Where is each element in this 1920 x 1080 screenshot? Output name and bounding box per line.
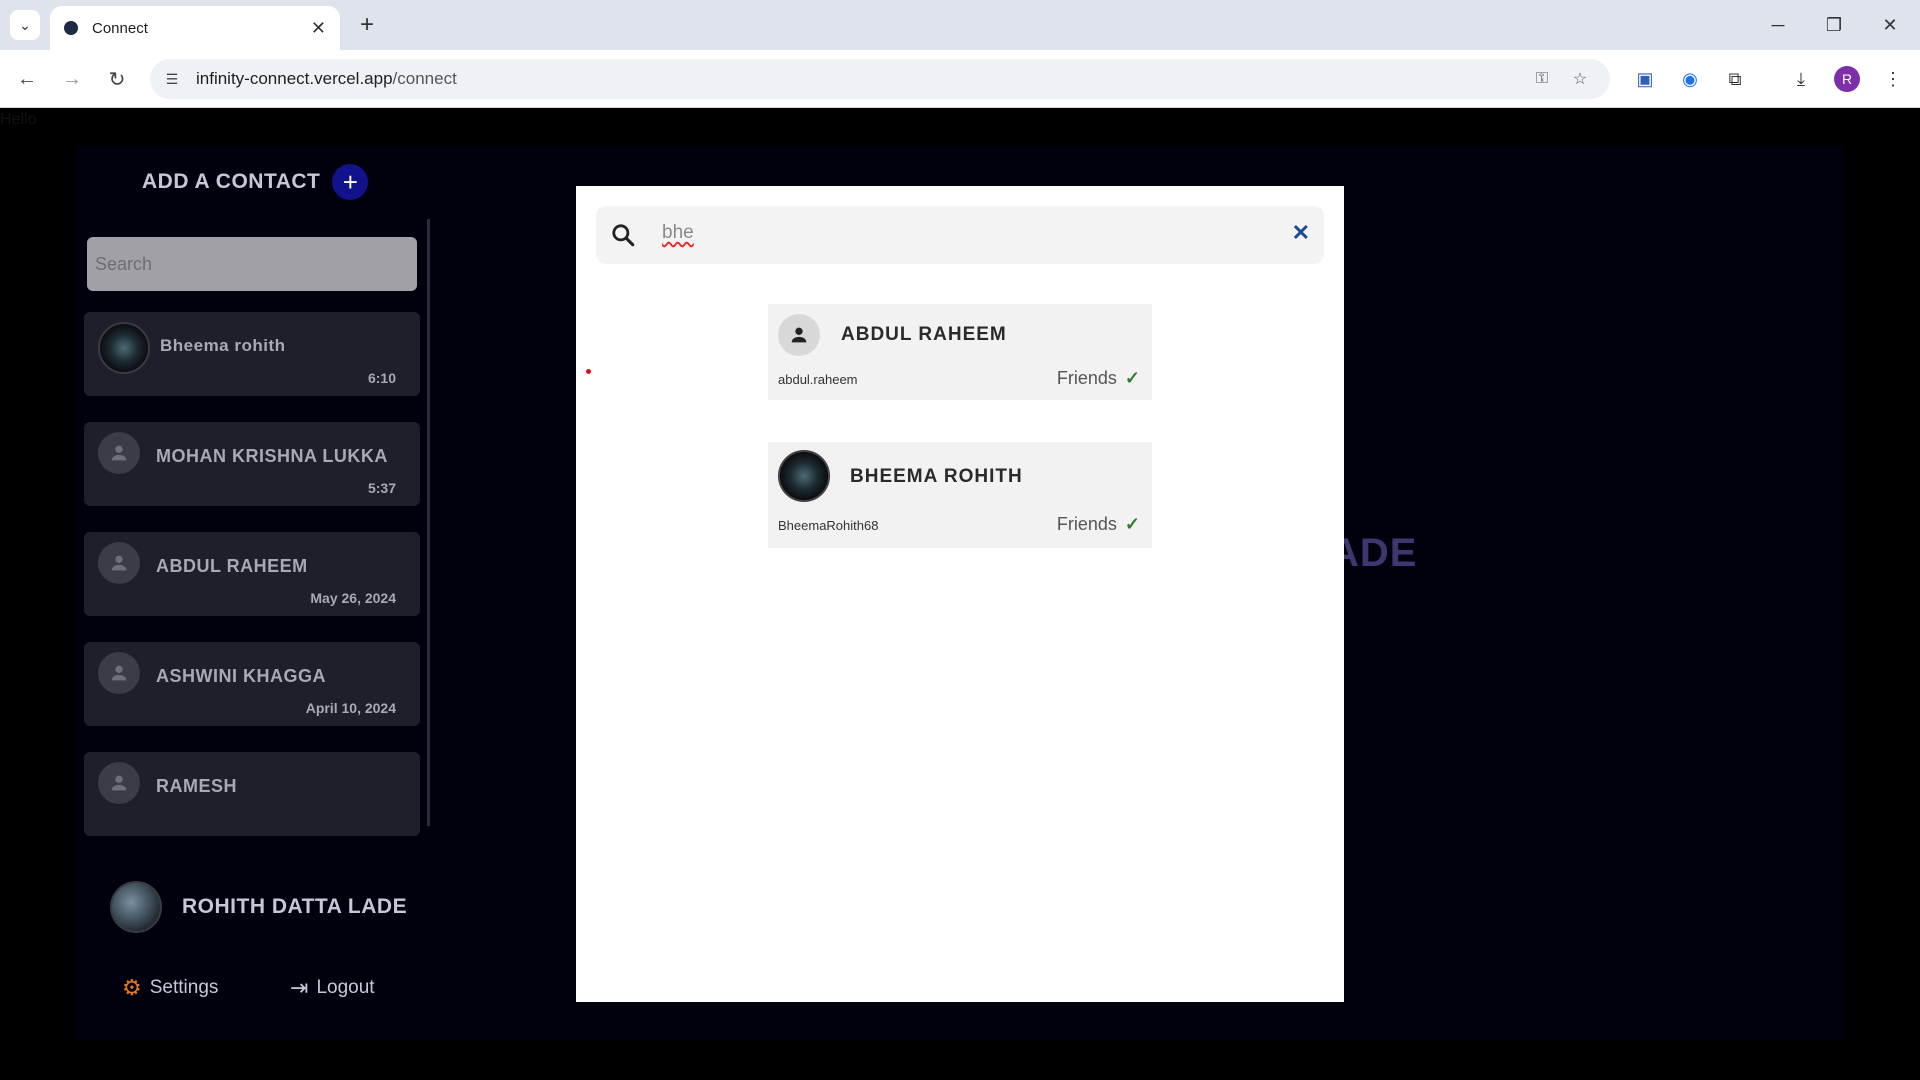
person-icon [98,652,140,694]
extension-blue-icon[interactable]: ◉ [1675,64,1705,94]
address-bar[interactable]: ☰ infinity-connect.vercel.app/connect ⚿ … [150,59,1610,99]
logout-button[interactable]: ⇥ Logout [290,975,375,1001]
hello-text: Hello [0,111,37,128]
result-handle: abdul.raheem [778,372,858,387]
add-contact-header: ADD A CONTACT + [142,164,369,200]
gear-icon: ⚙ [122,975,142,1000]
url-text: infinity-connect.vercel.app/connect [196,69,457,88]
tab-search-chevron-icon[interactable]: ⌄ [10,10,40,40]
search-icon [612,224,635,247]
search-users-modal: bhe ✕ ABDUL RAHEEM abdul.raheem Friends … [576,186,1344,1002]
contact-avatar-photo [98,322,150,374]
search-result-bheema-rohith[interactable]: BHEEMA ROHITH BheemaRohith68 Friends ✓ [768,442,1152,548]
minimize-icon[interactable]: ─ [1750,0,1806,50]
settings-label: Settings [149,977,219,998]
contact-name: ABDUL RAHEEM [156,556,308,576]
contact-card-abdul-raheem[interactable]: ABDUL RAHEEM May 26, 2024 [84,532,420,616]
contact-card-bheema-rohith[interactable]: Bheema rohith 6:10 [84,312,420,396]
friend-status-label: Friends [1056,514,1117,534]
current-user: ROHITH DATTA LADE [110,881,407,933]
contact-time: 5:37 [367,480,396,496]
restore-icon[interactable]: ❐ [1806,0,1862,50]
red-dot-marker [586,369,591,374]
contact-card-ramesh[interactable]: RAMESH [84,752,420,836]
contact-time: May 26, 2024 [310,590,396,606]
settings-button[interactable]: ⚙ Settings [122,975,218,1001]
friend-status: Friends ✓ [1057,514,1140,535]
forward-arrow-icon[interactable]: → [55,62,89,96]
logout-label: Logout [316,977,375,998]
browser-tabstrip: ⌄ Connect ✕ + ─ ❐ ✕ [0,0,1920,50]
result-name: BHEEMA ROHITH [850,466,1023,487]
bookmark-star-icon[interactable]: ☆ [1568,68,1592,90]
person-icon [98,542,140,584]
downloads-icon[interactable]: ⤓ [1786,64,1816,94]
modal-search-input[interactable]: bhe [662,222,694,244]
favicon-icon [64,21,78,35]
current-user-avatar [110,881,162,933]
close-icon[interactable]: ✕ [1292,220,1310,246]
checkmark-icon: ✓ [1124,368,1140,388]
window-close-icon[interactable]: ✕ [1862,0,1918,50]
contact-search-input[interactable] [87,237,417,291]
checkmark-icon: ✓ [1124,514,1140,534]
contact-time: April 10, 2024 [305,700,396,716]
contact-card-mohan-krishna-lukka[interactable]: MOHAN KRISHNA LUKKA 5:37 [84,422,420,506]
browser-tab[interactable]: Connect ✕ [50,6,340,50]
person-icon [98,432,140,474]
contact-name: ASHWINI KHAGGA [156,666,326,686]
site-info-icon[interactable]: ☰ [160,67,184,91]
contact-time: 6:10 [367,370,396,386]
search-result-abdul-raheem[interactable]: ABDUL RAHEEM abdul.raheem Friends ✓ [768,304,1152,400]
extension-screen-icon[interactable]: ▣ [1630,64,1660,94]
browser-toolbar: ← → ↻ ☰ infinity-connect.vercel.app/conn… [0,50,1920,108]
add-contact-button[interactable]: + [332,164,369,200]
password-key-icon[interactable]: ⚿ [1530,68,1554,90]
logout-icon: ⇥ [290,975,309,1000]
contact-card-ashwini-khagga[interactable]: ASHWINI KHAGGA April 10, 2024 [84,642,420,726]
person-icon [98,762,140,804]
back-arrow-icon[interactable]: ← [10,62,44,96]
friend-status-label: Friends [1056,368,1117,388]
friend-status: Friends ✓ [1057,368,1140,389]
tab-close-icon[interactable]: ✕ [311,18,326,39]
contact-name: MOHAN KRISHNA LUKKA [156,446,388,466]
browser-menu-icon[interactable]: ⋮ [1878,64,1908,94]
result-avatar-photo [778,450,830,502]
extensions-puzzle-icon[interactable]: ⧉ [1720,64,1750,94]
new-tab-plus-icon[interactable]: + [352,10,382,40]
current-user-name: ROHITH DATTA LADE [182,895,408,918]
result-name: ABDUL RAHEEM [841,324,1007,345]
add-contact-label: ADD A CONTACT [142,170,321,193]
contact-name: RAMESH [156,776,238,796]
person-icon [778,314,820,356]
result-handle: BheemaRohith68 [778,518,879,533]
tab-title: Connect [92,19,148,37]
contact-name: Bheema rohith [160,336,286,355]
reload-icon[interactable]: ↻ [100,62,134,96]
modal-search-bar[interactable]: bhe ✕ [596,206,1324,264]
sidebar-divider [427,219,430,826]
profile-avatar[interactable]: R [1834,66,1860,92]
